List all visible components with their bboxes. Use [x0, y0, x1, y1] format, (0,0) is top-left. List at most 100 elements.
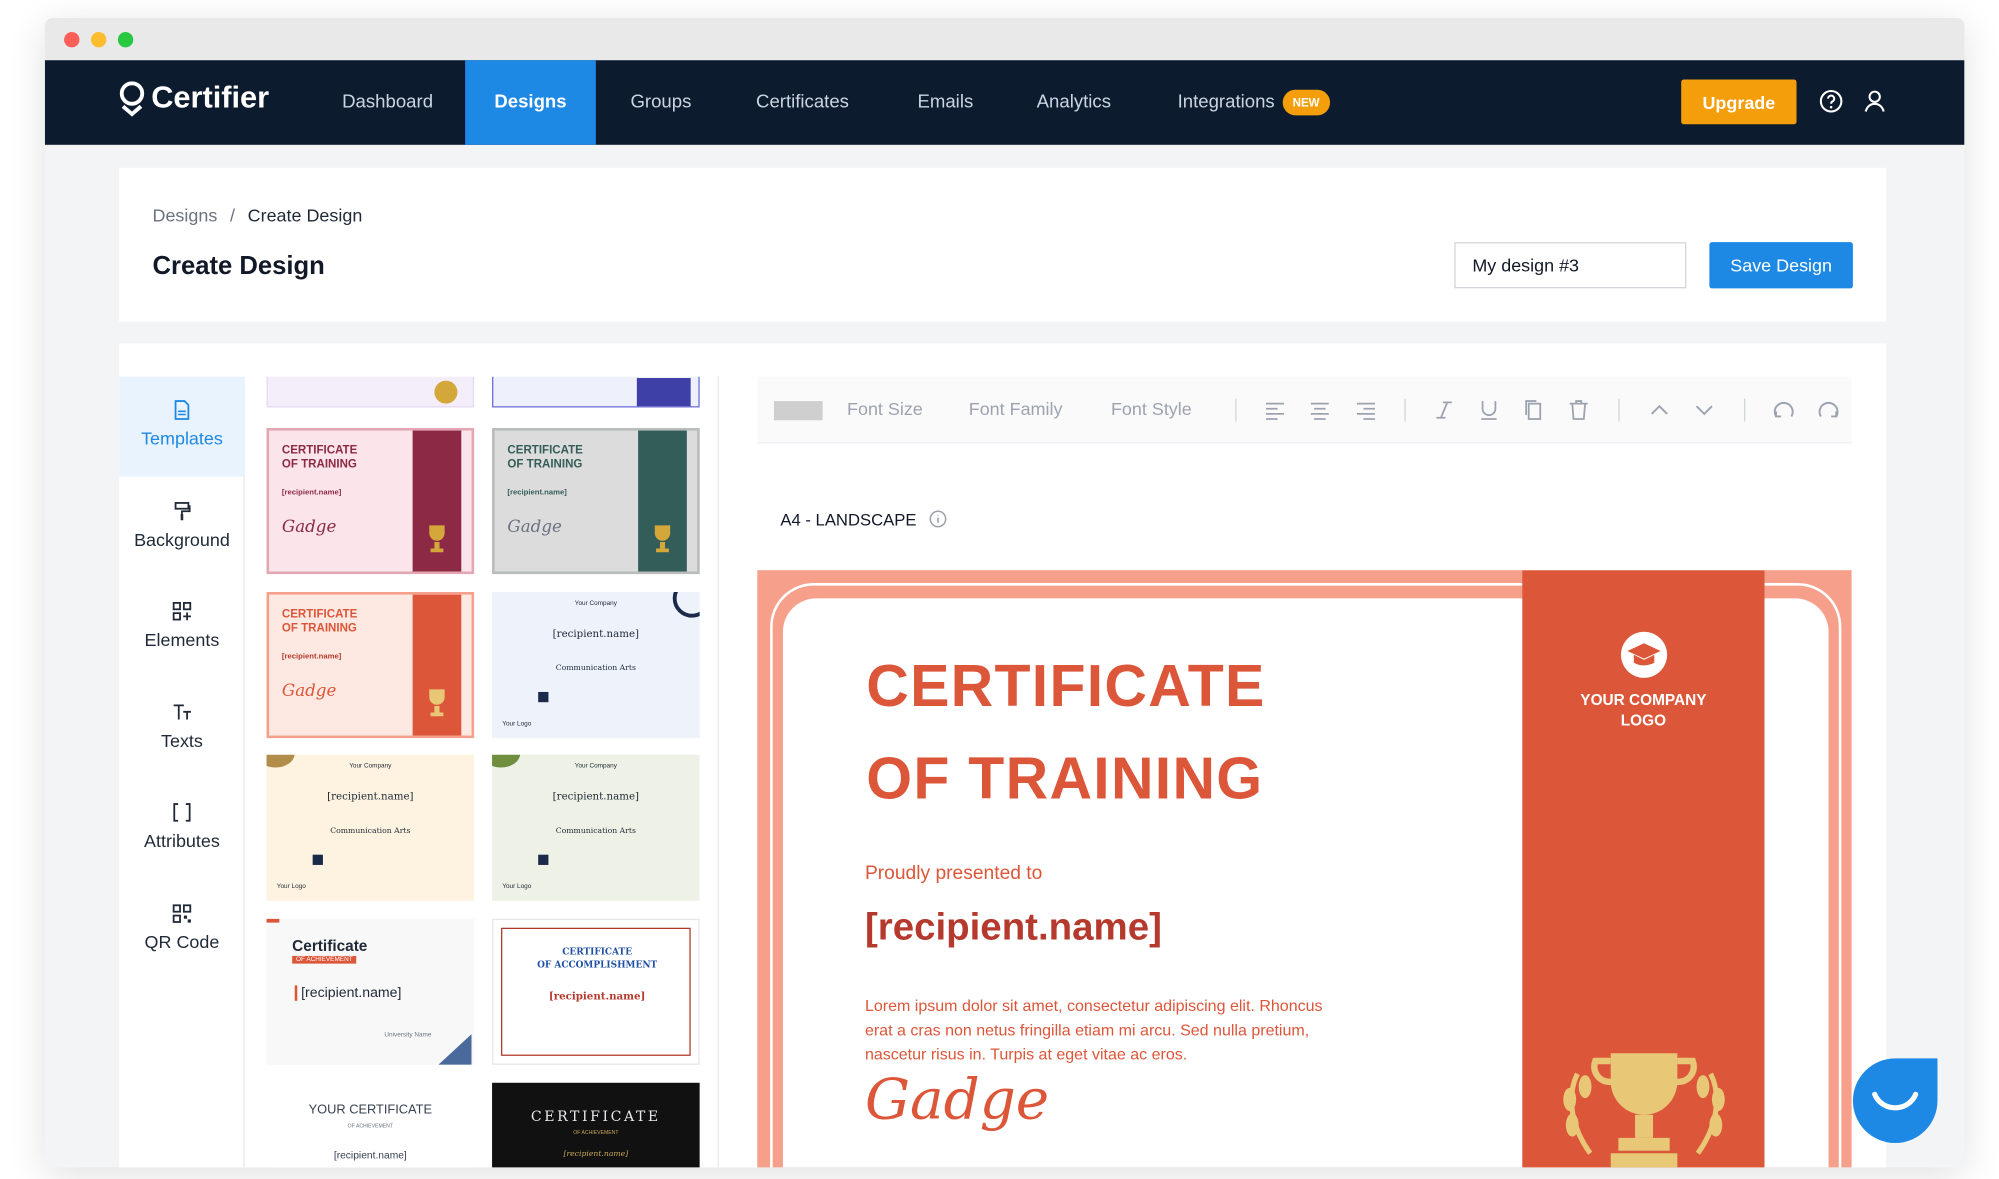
align-right-icon[interactable] — [1354, 399, 1377, 422]
chat-support-button[interactable] — [1852, 1058, 1938, 1144]
font-size-dropdown[interactable]: Font Size — [847, 399, 923, 420]
qr-code-icon — [538, 854, 549, 865]
save-design-button[interactable]: Save Design — [1709, 242, 1853, 289]
sidebar-item-attributes[interactable]: Attributes — [119, 779, 245, 879]
font-family-dropdown[interactable]: Font Family — [969, 399, 1063, 420]
signature[interactable]: Gadge — [865, 1067, 1049, 1132]
design-name-input[interactable] — [1454, 242, 1687, 289]
align-left-icon[interactable] — [1263, 399, 1286, 422]
text-type-icon — [173, 704, 191, 720]
thumbnail-subtitle: OF TRAINING — [281, 621, 357, 635]
minimize-window-dot[interactable] — [90, 32, 107, 48]
brand-logo[interactable]: Certifier — [118, 81, 269, 117]
logo-line-1: YOUR COMPANY — [1580, 690, 1707, 709]
nav-groups[interactable]: Groups — [630, 60, 691, 145]
page-title: Create Design — [152, 252, 325, 281]
breadcrumb-separator: / — [229, 205, 235, 226]
toolbar-divider — [1618, 398, 1620, 422]
thumbnail-title: CERTIFICATE — [562, 945, 633, 958]
close-window-dot[interactable] — [64, 32, 80, 48]
move-down-icon[interactable] — [1693, 399, 1716, 422]
maximize-window-dot[interactable] — [117, 32, 134, 48]
nav-integrations-label: Integrations — [1177, 92, 1275, 113]
window-titlebar — [44, 17, 1965, 61]
nav-dashboard[interactable]: Dashboard — [342, 60, 433, 145]
underline-icon[interactable] — [1477, 399, 1500, 422]
thumbnail-title: CERTIFICATE — [507, 443, 583, 457]
thumbnail-recipient: [recipient.name] — [294, 985, 401, 1001]
company-logo-placeholder[interactable]: YOUR COMPANY LOGO — [1522, 689, 1764, 730]
template-thumbnail[interactable]: CERTIFICATE OF TRAINING [recipient.name] … — [266, 592, 475, 739]
thumbnail-title: YOUR CERTIFICATE — [308, 1103, 433, 1118]
font-style-dropdown[interactable]: Font Style — [1111, 399, 1192, 420]
thumbnail-subtitle: OF TRAINING — [507, 457, 583, 471]
template-thumbnail[interactable]: Your Company [recipient.name] Communicat… — [492, 592, 700, 739]
template-thumbnail[interactable]: CERTIFICATE OF ACHIEVEMENT [recipient.na… — [492, 1082, 700, 1168]
thumbnail-company: Your Company — [574, 762, 617, 771]
template-list: CERTIFICATE OF TRAINING [recipient.name] … — [245, 376, 719, 1168]
color-swatch[interactable] — [773, 401, 823, 421]
template-thumbnail[interactable] — [492, 376, 700, 408]
thumbnail-recipient: [recipient.name] — [552, 790, 640, 803]
thumbnail-band — [636, 378, 691, 407]
chat-smile-icon — [1872, 1091, 1919, 1111]
logo-line-2: LOGO — [1620, 711, 1667, 730]
thumbnail-course: Communication Arts — [555, 663, 636, 673]
sidebar-item-texts[interactable]: Texts — [119, 679, 245, 779]
sidebar-label-texts: Texts — [161, 730, 203, 751]
presented-to-text[interactable]: Proudly presented to — [865, 862, 1042, 884]
sidebar-item-elements[interactable]: Elements — [119, 578, 245, 678]
certificate-title-line-1[interactable]: CERTIFICATE — [866, 651, 1265, 720]
sidebar-item-templates[interactable]: Templates — [119, 376, 245, 477]
document-icon — [174, 400, 190, 420]
sidebar-item-background[interactable]: Background — [119, 478, 245, 578]
thumbnail-course: Communication Arts — [330, 826, 411, 836]
sidebar-item-qr-code[interactable]: QR Code — [119, 880, 245, 980]
thumbnail-company: Your Company — [574, 599, 617, 608]
thumbnail-university: University Name — [384, 1031, 432, 1040]
thumbnail-recipient: [recipient.name] — [327, 790, 414, 803]
align-center-icon[interactable] — [1308, 399, 1331, 422]
thumbnail-signature: Gadge — [281, 517, 337, 537]
certificate-description[interactable]: Lorem ipsum dolor sit amet, consectetur … — [865, 994, 1352, 1067]
thumbnail-your-logo: Your Logo — [502, 882, 532, 891]
italic-icon[interactable] — [1433, 399, 1456, 422]
template-thumbnail[interactable]: YOUR CERTIFICATE OF ACHIEVEMENT [recipie… — [266, 1082, 475, 1168]
template-thumbnail[interactable]: Your Company [recipient.name] Communicat… — [266, 754, 475, 901]
graduation-cap-icon[interactable] — [1620, 630, 1669, 679]
thumbnail-corner — [266, 918, 280, 923]
recipient-name-field[interactable]: [recipient.name] — [865, 906, 1162, 950]
breadcrumb-current: Create Design — [247, 205, 363, 226]
template-thumbnail[interactable]: Certificate OF ACHIEVEMENT [recipient.na… — [266, 918, 475, 1065]
brand-name: Certifier — [151, 80, 270, 116]
breadcrumb-designs[interactable]: Designs — [152, 205, 217, 226]
thumbnail-recipient: [recipient.name] — [281, 653, 342, 662]
thumbnail-title: CERTIFICATE — [281, 443, 358, 457]
move-up-icon[interactable] — [1648, 399, 1671, 422]
nav-analytics[interactable]: Analytics — [1037, 60, 1111, 145]
certificate-title-line-2[interactable]: OF TRAINING — [866, 743, 1263, 812]
help-icon[interactable] — [1818, 88, 1844, 114]
sidebar-label-elements: Elements — [144, 629, 220, 650]
info-icon[interactable] — [929, 510, 947, 528]
certificate-canvas[interactable]: YOUR COMPANY LOGO CERTIFICATE OF TRAINING… — [757, 570, 1852, 1168]
page-format-label: A4 - LANDSCAPE — [780, 509, 917, 530]
trash-icon[interactable] — [1567, 399, 1590, 422]
redo-icon[interactable] — [1817, 399, 1840, 422]
thumbnail-company: Your Company — [349, 762, 392, 771]
template-thumbnail[interactable]: CERTIFICATE OF ACCOMPLISHMENT [recipient.… — [492, 918, 700, 1065]
upgrade-button[interactable]: Upgrade — [1681, 79, 1797, 125]
template-thumbnail[interactable]: CERTIFICATE OF TRAINING [recipient.name] … — [492, 427, 700, 575]
nav-emails[interactable]: Emails — [917, 60, 973, 145]
nav-certificates[interactable]: Certificates — [756, 60, 849, 145]
duplicate-icon[interactable] — [1522, 399, 1545, 422]
user-profile-icon[interactable] — [1862, 88, 1888, 114]
template-thumbnail[interactable]: Your Company [recipient.name] Communicat… — [492, 754, 700, 901]
trophy-icon — [429, 525, 445, 553]
undo-icon[interactable] — [1772, 399, 1795, 422]
template-thumbnail[interactable]: CERTIFICATE OF TRAINING [recipient.name] … — [266, 427, 475, 575]
nav-integrations[interactable]: Integrations NEW — [1178, 60, 1330, 145]
trophy-icon[interactable] — [1554, 1048, 1733, 1168]
template-thumbnail[interactable] — [266, 376, 475, 408]
nav-designs[interactable]: Designs — [465, 60, 596, 145]
